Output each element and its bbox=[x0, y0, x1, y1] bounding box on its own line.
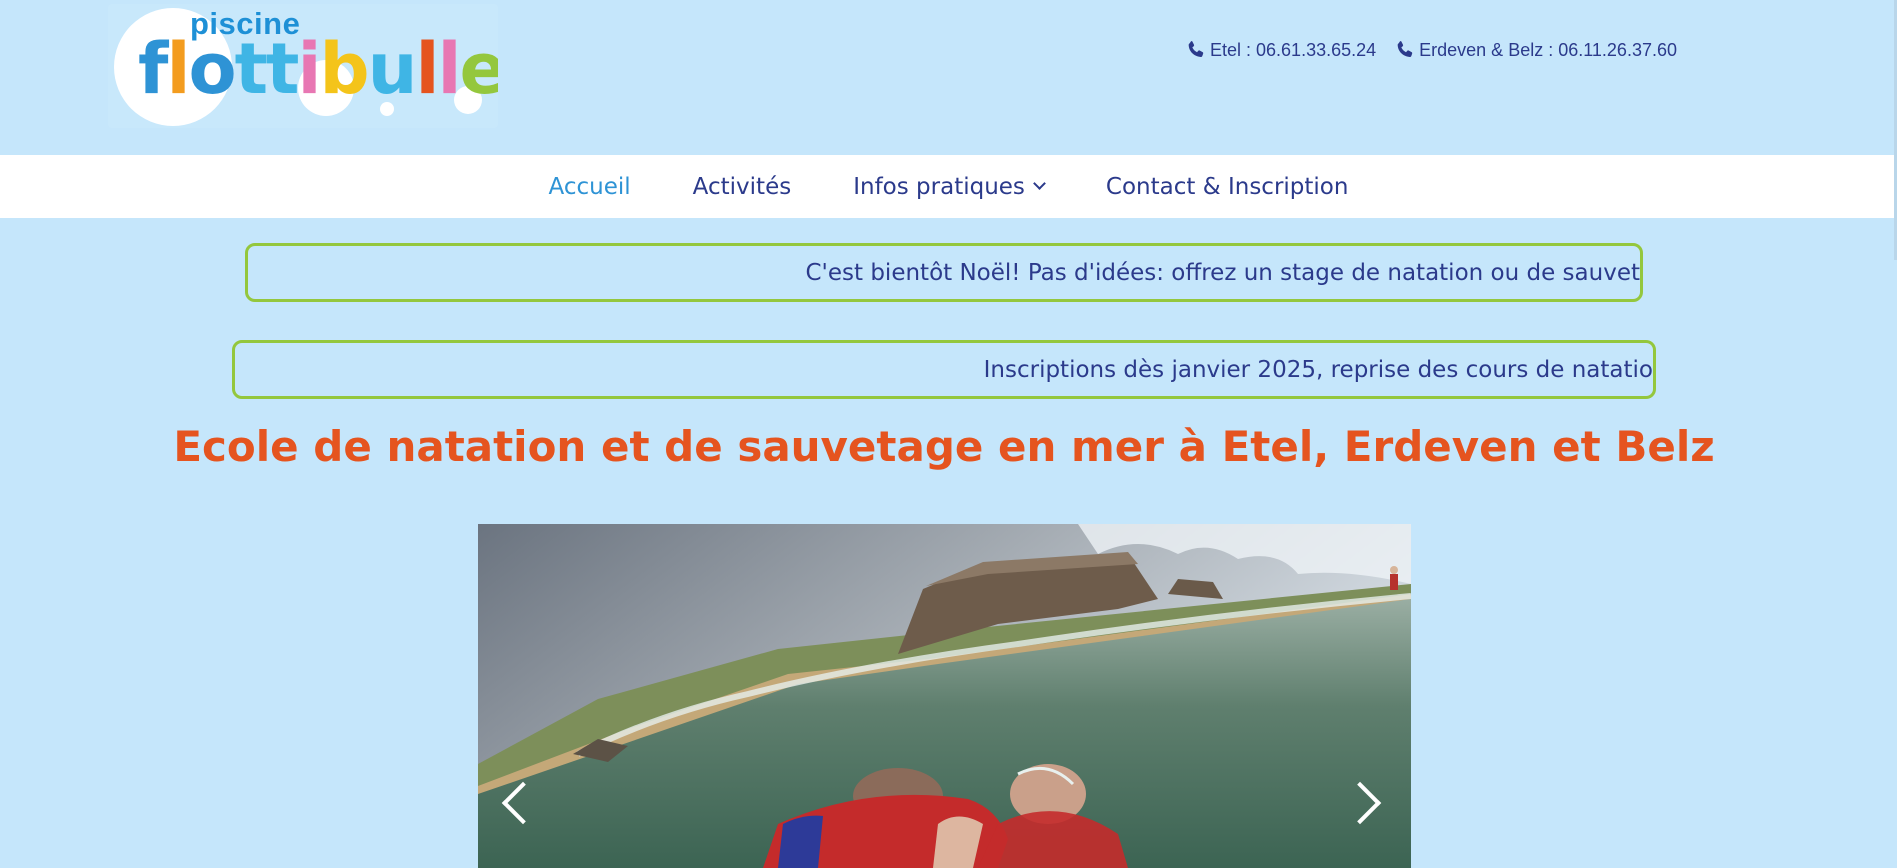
slide-photo-sea-rescue bbox=[478, 524, 1411, 868]
phone-icon bbox=[1397, 41, 1413, 57]
logo-letter: t bbox=[266, 28, 299, 110]
nav-item-label: Contact & Inscription bbox=[1105, 173, 1349, 200]
nav-item-activites[interactable]: Activités bbox=[662, 174, 823, 200]
nav-item-accueil[interactable]: Accueil bbox=[518, 174, 662, 200]
logo-letter: f bbox=[138, 28, 169, 110]
contact-erdeven-belz-text: Erdeven & Belz : 06.11.26.37.60 bbox=[1419, 39, 1677, 60]
site-logo[interactable]: piscine flottibulle bbox=[108, 4, 498, 128]
page-title: Ecole de natation et de sauvetage en mer… bbox=[173, 422, 1715, 471]
main-nav: Accueil Activités Infos pratiques Contac… bbox=[0, 155, 1897, 218]
logo-letter: l bbox=[437, 28, 461, 110]
image-slider[interactable] bbox=[478, 524, 1411, 868]
logo-letter: b bbox=[319, 28, 370, 110]
news-ticker-noel[interactable]: C'est bientôt Noël! Pas d'idées: offrez … bbox=[245, 243, 1643, 302]
nav-item-label: Accueil bbox=[548, 173, 631, 200]
contact-etel-text: Etel : 06.61.33.65.24 bbox=[1210, 39, 1377, 60]
news-ticker-inscriptions[interactable]: Inscriptions dès janvier 2025, reprise d… bbox=[232, 340, 1656, 399]
contact-phones: Etel : 06.61.33.65.24 Erdeven & Belz : 0… bbox=[1185, 38, 1677, 62]
logo-letter: o bbox=[188, 28, 236, 110]
chevron-down-icon bbox=[1033, 177, 1046, 190]
logo-letter: u bbox=[367, 28, 418, 110]
contact-etel[interactable]: Etel : 06.61.33.65.24 bbox=[1185, 39, 1376, 61]
contact-erdeven-belz[interactable]: Erdeven & Belz : 06.11.26.37.60 bbox=[1394, 39, 1677, 61]
page: piscine flottibulle Etel : 06.61.33.65.2… bbox=[0, 0, 1897, 868]
logo-brand-text: flottibulle bbox=[138, 24, 498, 114]
phone-icon bbox=[1188, 41, 1204, 57]
logo-letter: t bbox=[234, 28, 268, 110]
site-header: piscine flottibulle Etel : 06.61.33.65.2… bbox=[0, 0, 1897, 155]
logo-letter: l bbox=[166, 28, 190, 110]
ticker-text: Inscriptions dès janvier 2025, reprise d… bbox=[983, 356, 1653, 383]
nav-item-label: Infos pratiques bbox=[853, 173, 1025, 200]
logo-letter: e bbox=[459, 28, 498, 110]
logo-letter: i bbox=[297, 28, 322, 110]
logo-letter: l bbox=[415, 28, 439, 110]
ticker-text: C'est bientôt Noël! Pas d'idées: offrez … bbox=[805, 259, 1640, 286]
nav-item-infos-pratiques[interactable]: Infos pratiques bbox=[822, 174, 1075, 200]
nav-item-contact-inscription[interactable]: Contact & Inscription bbox=[1075, 174, 1380, 200]
nav-item-label: Activités bbox=[692, 173, 792, 200]
